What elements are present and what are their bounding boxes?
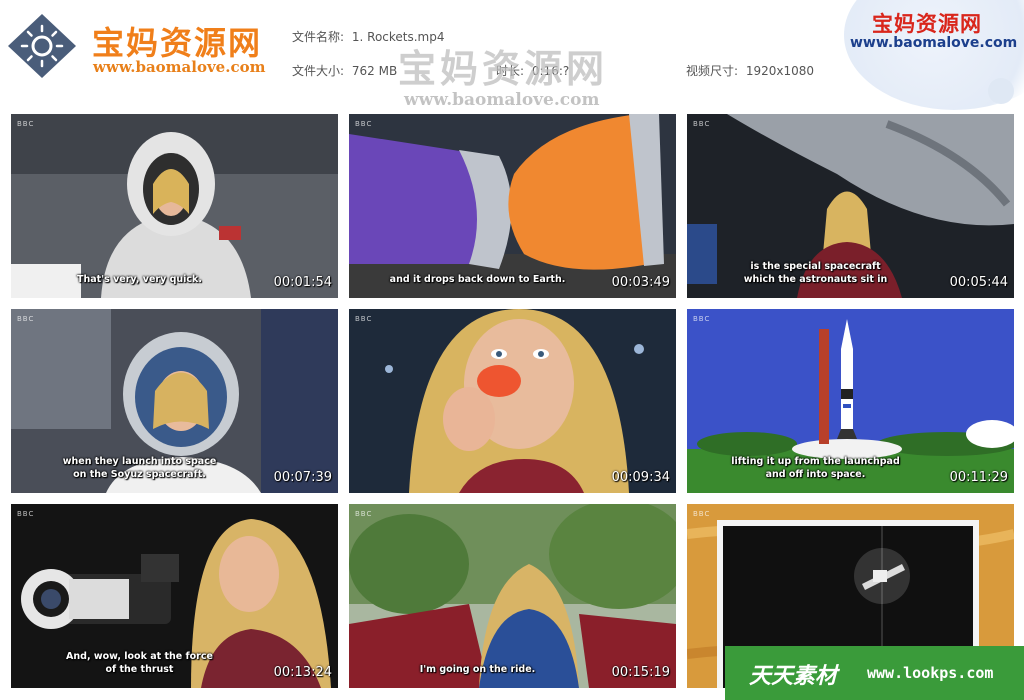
video-thumbnail-6[interactable]: BBC lifting it up from the launchpad and… xyxy=(687,309,1014,493)
subtitle-text: I'm going on the ride. xyxy=(419,664,536,675)
top-right-watermark-url: www.baomalove.com xyxy=(850,35,1018,51)
timestamp-text: 00:15:19 xyxy=(611,665,670,680)
subtitle-text: That's very, very quick. xyxy=(77,274,202,285)
timestamp-text: 00:01:54 xyxy=(273,275,332,290)
balloon-blowing-image xyxy=(349,309,676,493)
video-thumbnail-4[interactable]: BBC when they launch into space on the S… xyxy=(11,309,338,493)
video-contact-sheet: 宝妈资源网 www.baomalove.com 文件名称: 1. Rockets… xyxy=(0,0,1024,700)
lookps-url: www.lookps.com xyxy=(867,664,994,682)
brand-mark: BBC xyxy=(17,510,35,518)
center-watermark-url: www.baomalove.com xyxy=(404,90,600,110)
video-thumbnail-1[interactable]: BBC That's very, very quick. 00:01:54 xyxy=(11,114,338,298)
subtitle-text: And, wow, look at the force of the thrus… xyxy=(66,651,213,675)
brand-mark: BBC xyxy=(355,510,373,518)
video-thumbnail-8[interactable]: BBC I'm going on the ride. 00:15:19 xyxy=(349,504,676,688)
file-size-value: 762 MB xyxy=(351,64,398,78)
subtitle-text: lifting it up from the launchpad and off… xyxy=(731,456,900,480)
astronaut-scene-image xyxy=(11,114,338,298)
subtitle-text: is the special spacecraft which the astr… xyxy=(743,261,888,285)
brand-mark: BBC xyxy=(355,315,373,323)
lookps-banner[interactable]: 天天素材 www.lookps.com xyxy=(725,646,1024,700)
sun-logo-icon xyxy=(8,14,76,78)
timestamp-text: 00:09:34 xyxy=(611,470,670,485)
timestamp-text: 00:05:44 xyxy=(949,275,1008,290)
brand-mark: BBC xyxy=(693,510,711,518)
dimension-row: 视频尺寸: 1920x1080 xyxy=(686,62,814,79)
logo-url: www.baomalove.com xyxy=(93,58,266,76)
subtitle-text: and it drops back down to Earth. xyxy=(389,274,566,285)
file-size-label: 文件大小: xyxy=(292,64,345,78)
timestamp-text: 00:07:39 xyxy=(273,470,332,485)
rocket-tubes-image xyxy=(349,114,676,298)
timestamp-text: 00:03:49 xyxy=(611,275,670,290)
video-thumbnail-5[interactable]: BBC 00:09:34 xyxy=(349,309,676,493)
video-thumbnail-7[interactable]: BBC And, wow, look at the force of the t… xyxy=(11,504,338,688)
subtitle-text: when they launch into space on the Soyuz… xyxy=(62,456,217,480)
top-right-watermark-title: 宝妈资源网 xyxy=(872,12,982,36)
file-size-row: 文件大小: 762 MB xyxy=(292,62,397,79)
video-thumbnail-3[interactable]: BBC is the special spacecraft which the … xyxy=(687,114,1014,298)
fairground-ride-image xyxy=(349,504,676,688)
corner-dot-decoration xyxy=(988,78,1014,104)
brand-mark: BBC xyxy=(355,120,373,128)
brand-mark: BBC xyxy=(17,120,35,128)
lookps-title: 天天素材 xyxy=(749,663,838,689)
brand-mark: BBC xyxy=(17,315,35,323)
brand-mark: BBC xyxy=(693,315,711,323)
file-name-label: 文件名称: xyxy=(292,30,345,44)
timestamp-text: 00:13:24 xyxy=(273,665,332,680)
center-watermark-title: 宝妈资源网 xyxy=(398,47,609,91)
timestamp-text: 00:11:29 xyxy=(949,470,1008,485)
dimension-label: 视频尺寸: xyxy=(686,64,739,78)
brand-mark: BBC xyxy=(693,120,711,128)
dimension-value: 1920x1080 xyxy=(745,64,815,78)
video-thumbnail-2[interactable]: BBC and it drops back down to Earth. 00:… xyxy=(349,114,676,298)
